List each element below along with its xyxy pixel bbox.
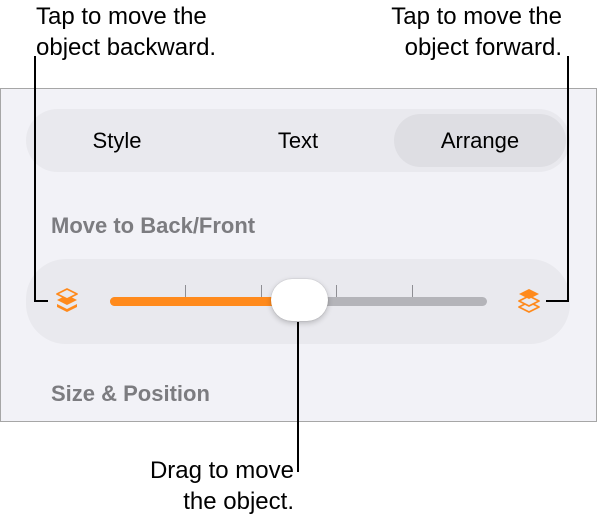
callout-line: Drag to move (149, 457, 294, 484)
callout-line: Tap to move the (391, 3, 562, 30)
layer-order-slider[interactable] (110, 279, 487, 321)
slider-tick (412, 285, 413, 297)
send-backward-icon[interactable] (54, 287, 80, 315)
callout-line: object forward. (404, 34, 562, 61)
slider-tick (185, 285, 186, 297)
callout-line: the object. (183, 488, 294, 515)
callout-move-forward: Tap to move the object forward. (391, 1, 562, 63)
leader-line-backward (34, 56, 36, 301)
slider-tick (261, 285, 262, 297)
slider-thumb[interactable] (270, 279, 328, 321)
leader-line-forward (546, 300, 569, 302)
leader-line-drag (297, 322, 299, 472)
tab-arrange[interactable]: Arrange (394, 114, 566, 167)
callout-line: object backward. (36, 34, 217, 61)
section-label-move: Move to Back/Front (51, 213, 256, 238)
slider-tick (336, 285, 337, 297)
format-tab-control: Style Text Arrange (26, 109, 570, 172)
callout-line: Tap to move the (36, 3, 207, 30)
callout-move-backward: Tap to move the object backward. (36, 1, 216, 63)
section-label-size-position: Size & Position (51, 381, 210, 406)
leader-line-backward (34, 300, 48, 302)
bring-forward-icon[interactable] (516, 287, 542, 315)
leader-line-forward (567, 56, 569, 301)
tab-text[interactable]: Text (212, 114, 384, 167)
callout-drag-slider: Drag to move the object. (150, 455, 294, 517)
tab-style[interactable]: Style (31, 114, 203, 167)
